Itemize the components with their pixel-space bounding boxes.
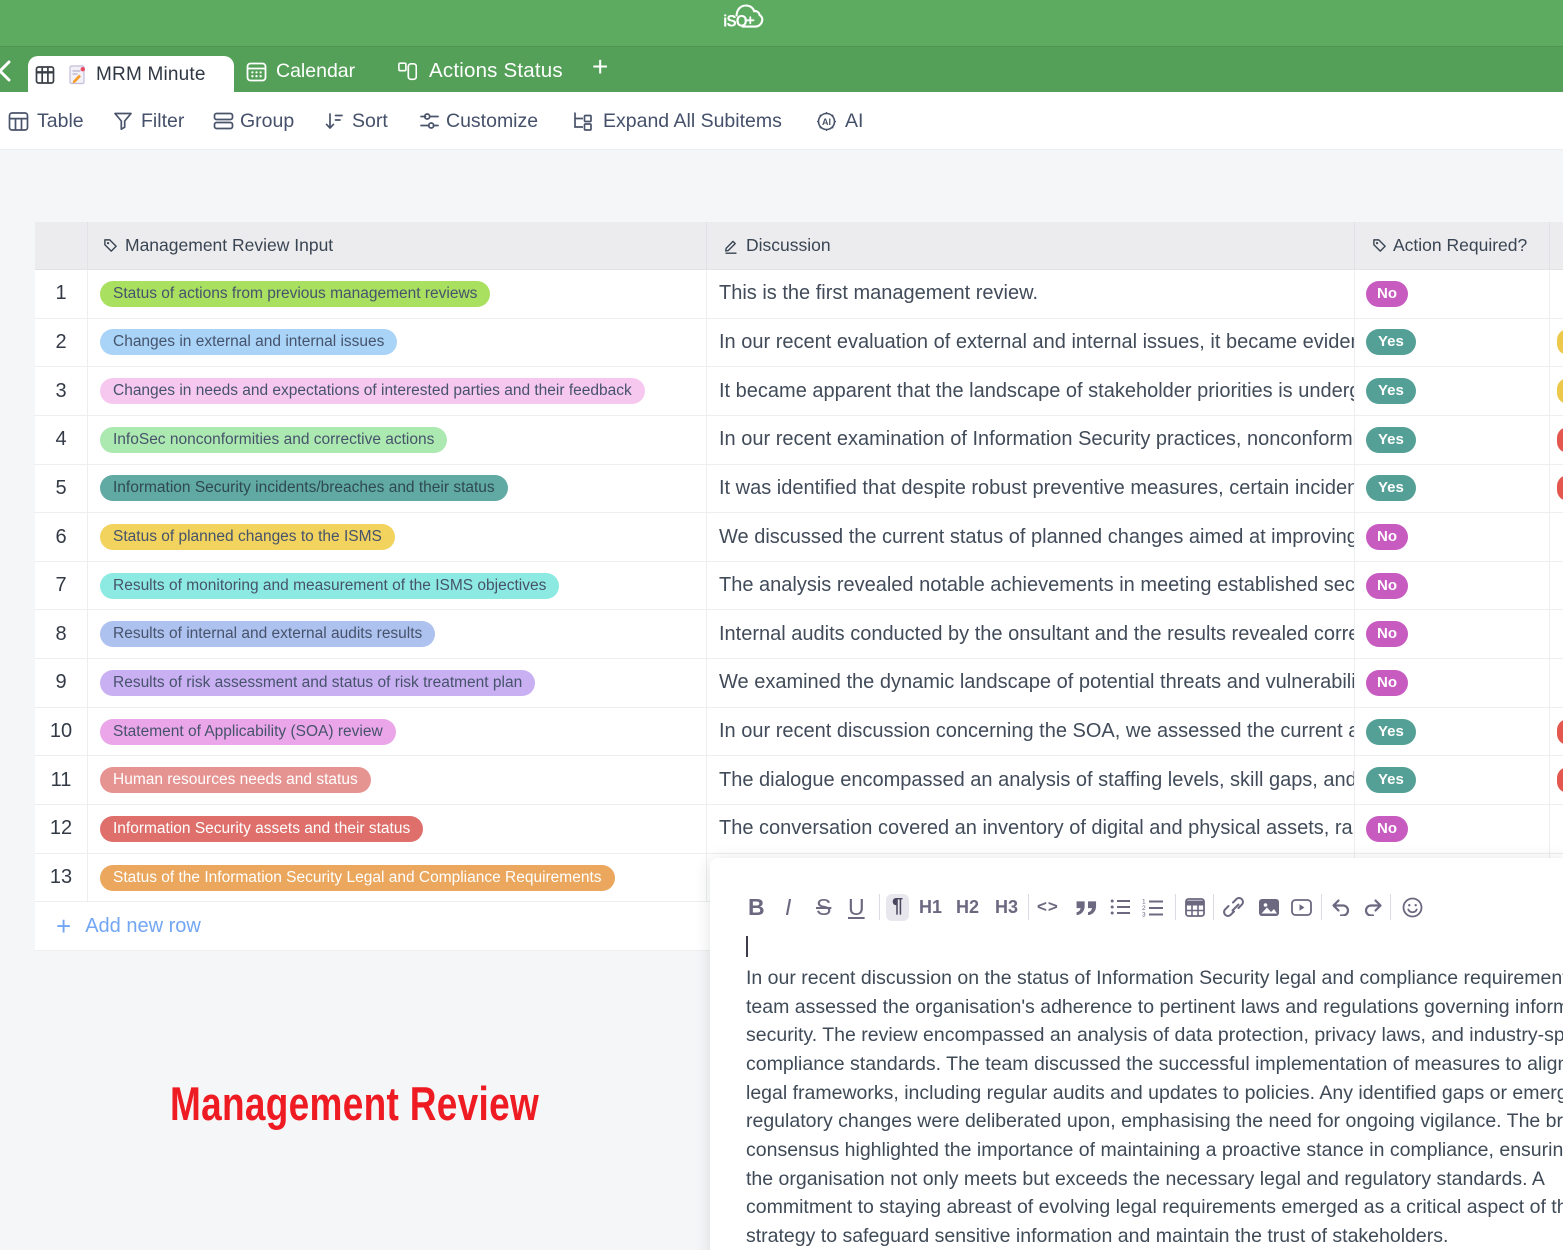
svg-text:3: 3 xyxy=(1142,911,1146,917)
svg-text:iSO: iSO xyxy=(723,13,747,31)
svg-text:AI: AI xyxy=(822,117,831,127)
